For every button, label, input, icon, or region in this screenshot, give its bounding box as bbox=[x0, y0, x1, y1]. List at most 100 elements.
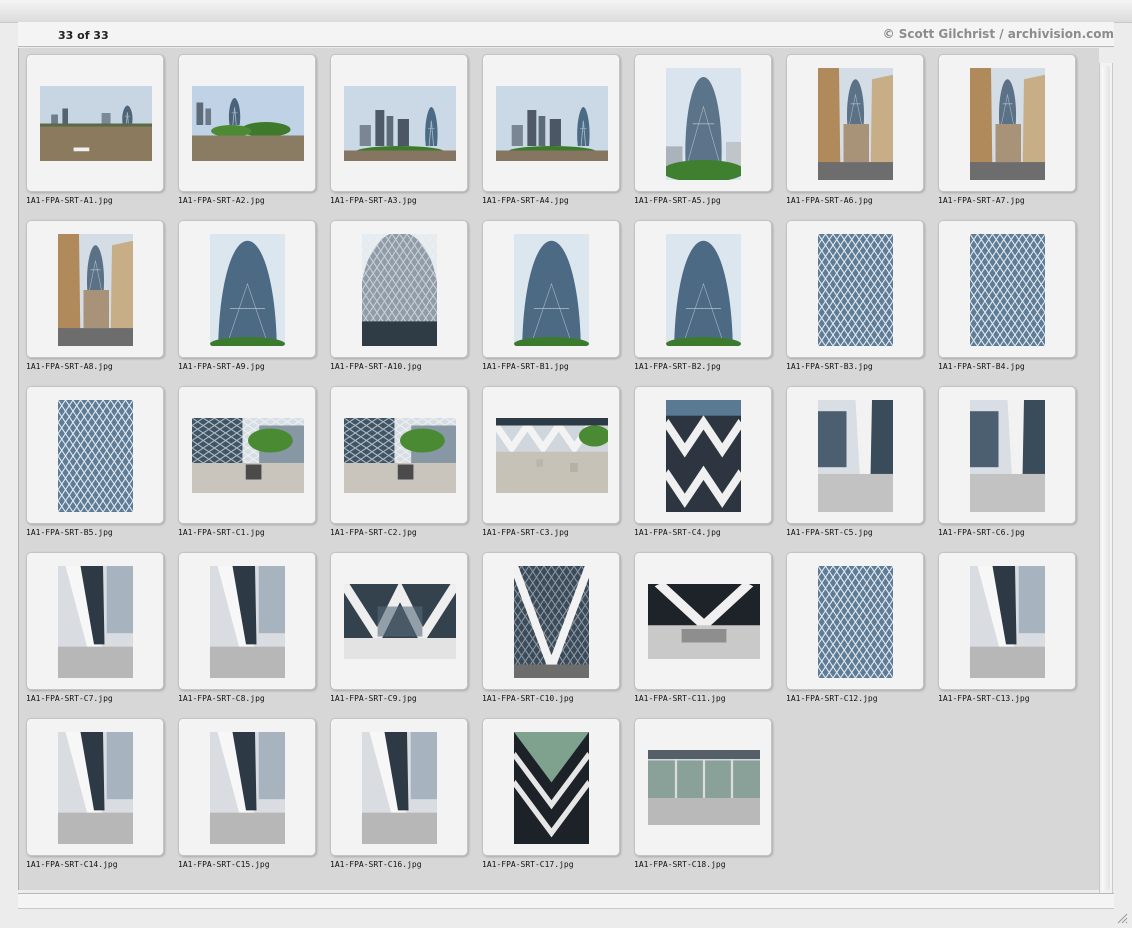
photo-thumbnail[interactable] bbox=[648, 584, 760, 659]
slide-mount[interactable] bbox=[482, 386, 620, 524]
slide-mount[interactable] bbox=[938, 552, 1076, 690]
thumbnail-cell[interactable]: 1A1-FPA-SRT-B5.jpg bbox=[26, 386, 166, 546]
thumbnail-cell[interactable]: 1A1-FPA-SRT-C4.jpg bbox=[634, 386, 774, 546]
thumbnail-cell[interactable]: 1A1-FPA-SRT-C1.jpg bbox=[178, 386, 318, 546]
slide-mount[interactable] bbox=[482, 552, 620, 690]
photo-thumbnail[interactable] bbox=[666, 68, 741, 180]
photo-thumbnail[interactable] bbox=[648, 750, 760, 825]
photo-thumbnail[interactable] bbox=[362, 234, 437, 346]
photo-thumbnail[interactable] bbox=[666, 234, 741, 346]
thumbnail-cell[interactable]: 1A1-FPA-SRT-C8.jpg bbox=[178, 552, 318, 712]
photo-thumbnail[interactable] bbox=[58, 732, 133, 844]
photo-thumbnail[interactable] bbox=[970, 234, 1045, 346]
thumbnail-cell[interactable]: 1A1-FPA-SRT-A2.jpg bbox=[178, 54, 318, 214]
slide-mount[interactable] bbox=[938, 54, 1076, 192]
thumbnail-cell[interactable]: 1A1-FPA-SRT-C5.jpg bbox=[786, 386, 926, 546]
thumbnail-cell[interactable]: 1A1-FPA-SRT-A1.jpg bbox=[26, 54, 166, 214]
slide-mount[interactable] bbox=[634, 386, 772, 524]
photo-thumbnail[interactable] bbox=[666, 400, 741, 512]
thumbnail-cell[interactable]: 1A1-FPA-SRT-A4.jpg bbox=[482, 54, 622, 214]
slide-mount[interactable] bbox=[938, 386, 1076, 524]
photo-thumbnail[interactable] bbox=[496, 418, 608, 493]
thumbnail-cell[interactable]: 1A1-FPA-SRT-C16.jpg bbox=[330, 718, 470, 878]
photo-thumbnail[interactable] bbox=[344, 86, 456, 161]
slide-mount[interactable] bbox=[26, 386, 164, 524]
photo-thumbnail[interactable] bbox=[344, 418, 456, 493]
slide-mount[interactable] bbox=[786, 54, 924, 192]
slide-mount[interactable] bbox=[634, 718, 772, 856]
thumbnail-cell[interactable]: 1A1-FPA-SRT-B1.jpg bbox=[482, 220, 622, 380]
thumbnail-cell[interactable]: 1A1-FPA-SRT-C2.jpg bbox=[330, 386, 470, 546]
photo-thumbnail[interactable] bbox=[192, 86, 304, 161]
slide-mount[interactable] bbox=[786, 552, 924, 690]
slide-mount[interactable] bbox=[634, 54, 772, 192]
photo-thumbnail[interactable] bbox=[344, 584, 456, 659]
thumbnail-cell[interactable]: 1A1-FPA-SRT-C13.jpg bbox=[938, 552, 1078, 712]
photo-thumbnail[interactable] bbox=[210, 566, 285, 678]
photo-thumbnail[interactable] bbox=[818, 68, 893, 180]
slide-mount[interactable] bbox=[26, 718, 164, 856]
photo-thumbnail[interactable] bbox=[58, 234, 133, 346]
thumbnail-cell[interactable]: 1A1-FPA-SRT-C10.jpg bbox=[482, 552, 622, 712]
thumbnail-cell[interactable]: 1A1-FPA-SRT-C15.jpg bbox=[178, 718, 318, 878]
photo-thumbnail[interactable] bbox=[514, 566, 589, 678]
slide-mount[interactable] bbox=[178, 386, 316, 524]
thumbnail-cell[interactable]: 1A1-FPA-SRT-A8.jpg bbox=[26, 220, 166, 380]
slide-mount[interactable] bbox=[178, 718, 316, 856]
photo-thumbnail[interactable] bbox=[970, 400, 1045, 512]
slide-mount[interactable] bbox=[786, 386, 924, 524]
slide-mount[interactable] bbox=[330, 54, 468, 192]
thumbnail-cell[interactable]: 1A1-FPA-SRT-B2.jpg bbox=[634, 220, 774, 380]
slide-mount[interactable] bbox=[26, 552, 164, 690]
thumbnail-cell[interactable]: 1A1-FPA-SRT-C3.jpg bbox=[482, 386, 622, 546]
thumbnail-cell[interactable]: 1A1-FPA-SRT-A3.jpg bbox=[330, 54, 470, 214]
slide-mount[interactable] bbox=[786, 220, 924, 358]
slide-mount[interactable] bbox=[330, 718, 468, 856]
thumbnail-cell[interactable]: 1A1-FPA-SRT-C11.jpg bbox=[634, 552, 774, 712]
slide-mount[interactable] bbox=[634, 552, 772, 690]
thumbnail-cell[interactable]: 1A1-FPA-SRT-C9.jpg bbox=[330, 552, 470, 712]
photo-thumbnail[interactable] bbox=[210, 234, 285, 346]
slide-mount[interactable] bbox=[330, 220, 468, 358]
slide-mount[interactable] bbox=[178, 54, 316, 192]
photo-thumbnail[interactable] bbox=[362, 732, 437, 844]
thumbnail-cell[interactable]: 1A1-FPA-SRT-A9.jpg bbox=[178, 220, 318, 380]
slide-mount[interactable] bbox=[482, 220, 620, 358]
photo-thumbnail[interactable] bbox=[58, 566, 133, 678]
photo-thumbnail[interactable] bbox=[514, 732, 589, 844]
thumbnail-cell[interactable]: 1A1-FPA-SRT-C14.jpg bbox=[26, 718, 166, 878]
slide-mount[interactable] bbox=[330, 386, 468, 524]
scrollbar-thumb[interactable] bbox=[1102, 65, 1110, 891]
thumbnail-cell[interactable]: 1A1-FPA-SRT-C17.jpg bbox=[482, 718, 622, 878]
resize-grip-icon[interactable] bbox=[1116, 912, 1128, 924]
thumbnail-cell[interactable]: 1A1-FPA-SRT-B3.jpg bbox=[786, 220, 926, 380]
photo-thumbnail[interactable] bbox=[514, 234, 589, 346]
photo-thumbnail[interactable] bbox=[40, 86, 152, 161]
photo-thumbnail[interactable] bbox=[192, 418, 304, 493]
photo-thumbnail[interactable] bbox=[818, 566, 893, 678]
slide-mount[interactable] bbox=[178, 552, 316, 690]
thumbnail-cell[interactable]: 1A1-FPA-SRT-A7.jpg bbox=[938, 54, 1078, 214]
photo-thumbnail[interactable] bbox=[818, 400, 893, 512]
slide-mount[interactable] bbox=[634, 220, 772, 358]
photo-thumbnail[interactable] bbox=[970, 68, 1045, 180]
photo-thumbnail[interactable] bbox=[818, 234, 893, 346]
slide-mount[interactable] bbox=[26, 54, 164, 192]
photo-thumbnail[interactable] bbox=[210, 732, 285, 844]
photo-thumbnail[interactable] bbox=[496, 86, 608, 161]
photo-thumbnail[interactable] bbox=[970, 566, 1045, 678]
slide-mount[interactable] bbox=[26, 220, 164, 358]
thumbnail-cell[interactable]: 1A1-FPA-SRT-A6.jpg bbox=[786, 54, 926, 214]
photo-thumbnail[interactable] bbox=[58, 400, 133, 512]
slide-mount[interactable] bbox=[482, 54, 620, 192]
thumbnail-cell[interactable]: 1A1-FPA-SRT-C18.jpg bbox=[634, 718, 774, 878]
thumbnail-cell[interactable]: 1A1-FPA-SRT-B4.jpg bbox=[938, 220, 1078, 380]
thumbnail-cell[interactable]: 1A1-FPA-SRT-C12.jpg bbox=[786, 552, 926, 712]
thumbnail-cell[interactable]: 1A1-FPA-SRT-C7.jpg bbox=[26, 552, 166, 712]
thumbnail-cell[interactable]: 1A1-FPA-SRT-C6.jpg bbox=[938, 386, 1078, 546]
thumbnail-cell[interactable]: 1A1-FPA-SRT-A10.jpg bbox=[330, 220, 470, 380]
thumbnail-cell[interactable]: 1A1-FPA-SRT-A5.jpg bbox=[634, 54, 774, 214]
slide-mount[interactable] bbox=[482, 718, 620, 856]
slide-mount[interactable] bbox=[330, 552, 468, 690]
slide-mount[interactable] bbox=[178, 220, 316, 358]
